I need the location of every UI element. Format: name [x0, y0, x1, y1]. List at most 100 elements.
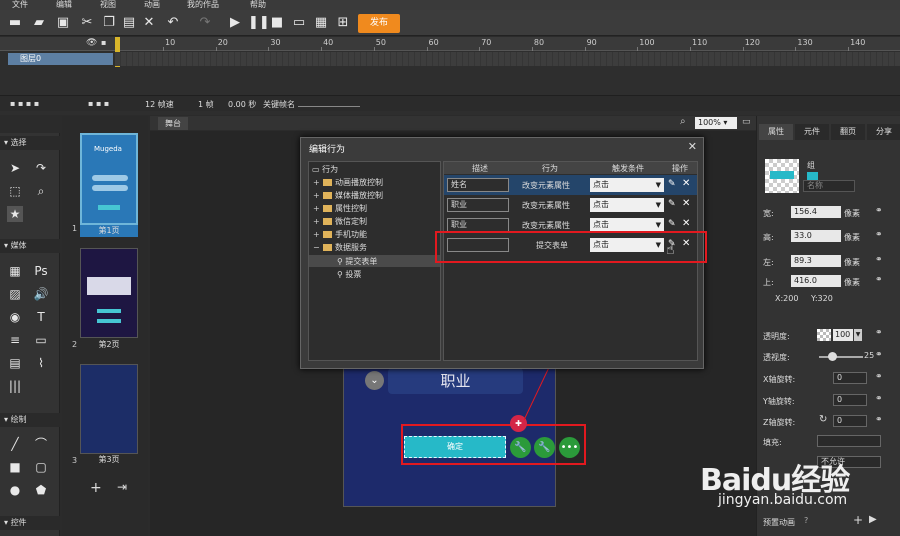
link-icon[interactable]: ⚭ — [875, 415, 883, 425]
properties-tabs: 属性 元件 翻页 分享 — [759, 124, 900, 140]
tree-folder-label: 属性控制 — [335, 204, 367, 213]
blur-slider[interactable] — [819, 356, 863, 358]
name-input[interactable]: 名称 — [803, 180, 855, 192]
roty-input[interactable]: 0 — [833, 394, 867, 406]
tree-root[interactable]: ▭ 行为 — [312, 164, 338, 175]
add-animation-icon[interactable]: + — [853, 513, 863, 527]
action-cell: 改变元素属性 — [522, 221, 570, 230]
preset-animation-label: 预置动画 — [763, 518, 795, 527]
tree-folder-label: 媒体播放控制 — [335, 191, 383, 200]
trigger-select[interactable]: 点击 ▼ — [590, 198, 664, 212]
link-icon[interactable]: ⚭ — [875, 394, 883, 404]
col-action: 行为 — [542, 164, 558, 173]
tree-folder[interactable]: + 属性控制 — [313, 203, 367, 214]
col-desc: 描述 — [472, 164, 488, 173]
opacity-swatch — [817, 329, 831, 341]
tab-properties[interactable]: 属性 — [759, 124, 793, 140]
dialog-title: 编辑行为 — [309, 145, 346, 155]
y-readout: Y:320 — [811, 294, 833, 303]
tree-item-label: 投票 — [345, 270, 362, 279]
action-cell: 改变元素属性 — [522, 181, 570, 190]
rotate-icon[interactable]: ↻ — [819, 414, 827, 425]
tab-share[interactable]: 分享 — [867, 124, 900, 140]
link-icon[interactable]: ⚭ — [875, 350, 883, 360]
tree-folder[interactable]: + 手机功能 — [313, 229, 367, 240]
left-unit: 像素 — [844, 258, 860, 267]
trigger-select[interactable]: 点击 ▼ — [590, 178, 664, 192]
trigger-value: 点击 — [593, 180, 609, 189]
tab-symbols[interactable]: 元件 — [795, 124, 829, 140]
tree-folder-label: 数据服务 — [335, 243, 367, 252]
height-unit: 像素 — [844, 233, 860, 242]
table-header: 描述 行为 触发条件 操作 — [444, 162, 697, 174]
top-unit: 像素 — [844, 278, 860, 287]
height-input[interactable]: 33.0 — [791, 230, 841, 242]
hand-cursor-icon: ☝ — [666, 242, 675, 258]
tree-folder[interactable]: + 微信定制 — [313, 216, 367, 227]
element-preview-shape — [770, 171, 794, 179]
trigger-select[interactable]: 点击 ▼ — [590, 218, 664, 232]
edit-icon[interactable]: ✎ — [668, 199, 676, 209]
col-trigger: 触发条件 — [612, 164, 644, 173]
desc-input[interactable]: 姓名 — [447, 178, 509, 192]
tree-folder[interactable]: − 数据服务 — [313, 242, 367, 253]
col-op: 操作 — [672, 164, 688, 173]
fill-label: 填充: — [763, 438, 782, 447]
height-label: 高: — [763, 233, 774, 242]
tree-folder-label: 动画播放控制 — [335, 178, 383, 187]
opacity-label: 透明度: — [763, 332, 790, 341]
x-readout: X:200 — [775, 294, 799, 303]
tab-page-flip[interactable]: 翻页 — [831, 124, 865, 140]
tree-folder-label: 微信定制 — [335, 217, 367, 226]
tree-item-vote[interactable]: ⚲ 投票 — [337, 269, 361, 280]
trigger-value: 点击 — [593, 200, 609, 209]
blur-slider-knob[interactable] — [828, 352, 837, 361]
rotx-label: X轴旋转: — [763, 375, 796, 384]
action-cell: 改变元素属性 — [522, 201, 570, 210]
delete-icon[interactable]: ✕ — [682, 218, 690, 229]
blur-value: 25 — [864, 351, 875, 360]
table-row[interactable]: 姓名 改变元素属性 点击 ▼ ✎ ✕ — [444, 175, 697, 195]
behavior-tree: ▭ 行为 + 动画播放控制 + 媒体播放控制 + 属性控制 + 微信定制 + 手机功能 −… — [308, 161, 441, 361]
close-icon[interactable]: ✕ — [688, 140, 697, 153]
width-unit: 像素 — [844, 209, 860, 218]
tree-folder-label: 手机功能 — [335, 230, 367, 239]
play-animation-icon[interactable]: ▶ — [869, 514, 877, 525]
edit-icon[interactable]: ✎ — [668, 179, 676, 189]
tree-root-label: 行为 — [322, 165, 339, 174]
link-icon[interactable]: ⚭ — [875, 328, 883, 338]
delete-icon[interactable]: ✕ — [682, 178, 690, 189]
tree-item-label: 提交表单 — [345, 257, 378, 266]
top-input[interactable]: 416.0 — [791, 275, 841, 287]
trigger-value: 点击 — [593, 220, 609, 229]
link-icon[interactable]: ⚭ — [875, 230, 883, 240]
width-label: 宽: — [763, 209, 774, 218]
link-icon[interactable]: ⚭ — [875, 372, 883, 382]
tree-folder[interactable]: + 媒体播放控制 — [313, 190, 383, 201]
opacity-dropdown-icon[interactable]: ▼ — [854, 329, 862, 341]
help-icon[interactable]: ? — [804, 516, 808, 525]
width-input[interactable]: 156.4 — [791, 206, 841, 218]
tree-item-submit-form[interactable]: ⚲ 提交表单 — [337, 256, 377, 267]
blur-label: 透视度: — [763, 353, 790, 362]
rotz-label: Z轴旋转: — [763, 418, 796, 427]
left-input[interactable]: 89.3 — [791, 255, 841, 267]
fill-select[interactable] — [817, 435, 881, 447]
link-icon[interactable]: ⚭ — [875, 206, 883, 216]
link-icon[interactable]: ⚭ — [875, 255, 883, 265]
table-row[interactable]: 职业 改变元素属性 点击 ▼ ✎ ✕ — [444, 195, 697, 215]
desc-input[interactable]: 职业 — [447, 218, 509, 232]
group-label: 组 — [807, 161, 815, 170]
rotx-input[interactable]: 0 — [833, 372, 867, 384]
rotz-input[interactable]: 0 — [833, 415, 867, 427]
link-icon[interactable]: ⚭ — [875, 275, 883, 285]
edit-icon[interactable]: ✎ — [668, 219, 676, 229]
watermark-url: jingyan.baidu.com — [718, 492, 848, 508]
delete-icon[interactable]: ✕ — [682, 198, 690, 209]
top-label: 上: — [763, 278, 774, 287]
opacity-input[interactable]: 100 — [833, 329, 853, 341]
tree-folder[interactable]: + 动画播放控制 — [313, 177, 383, 188]
desc-input[interactable]: 职业 — [447, 198, 509, 212]
left-label: 左: — [763, 258, 774, 267]
roty-label: Y轴旋转: — [763, 397, 795, 406]
